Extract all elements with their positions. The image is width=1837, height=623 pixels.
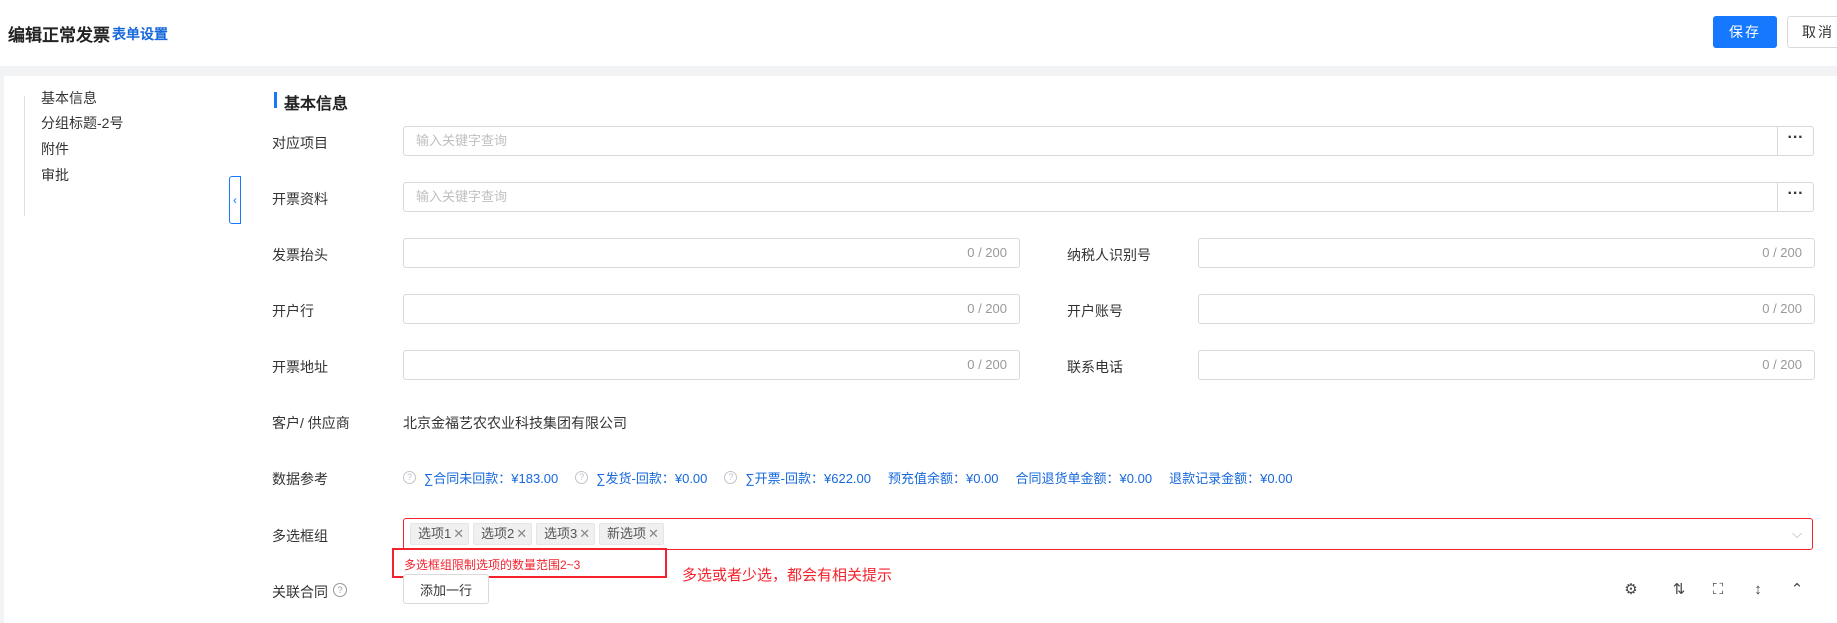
- tag-label: 选项2: [481, 526, 515, 541]
- close-icon[interactable]: ✕: [579, 526, 590, 541]
- nav-item-group-title-2[interactable]: 分组标题-2号: [41, 113, 123, 133]
- section-accent-bar: [274, 92, 277, 108]
- collapse-up-icon[interactable]: ⌃: [1786, 578, 1808, 600]
- selected-tag: 选项3 ✕: [536, 523, 596, 545]
- project-placeholder: 输入关键字查询: [416, 133, 508, 148]
- tag-label: 选项3: [544, 526, 578, 541]
- close-icon[interactable]: ✕: [516, 526, 527, 541]
- ref-refund-amount[interactable]: 退款记录金额：¥0.00: [1169, 468, 1293, 487]
- taxpayer-id-input[interactable]: 0 / 200: [1198, 238, 1815, 268]
- fullscreen-icon[interactable]: ⛶: [1707, 578, 1729, 600]
- close-icon[interactable]: ✕: [648, 526, 659, 541]
- billing-info-placeholder: 输入关键字查询: [416, 189, 508, 204]
- invoice-header-input[interactable]: 0 / 200: [403, 238, 1020, 268]
- phone-input[interactable]: 0 / 200: [1198, 350, 1815, 380]
- ref-shipment-payment[interactable]: ∑发货-回款：¥0.00: [596, 468, 707, 487]
- more-dots-icon: ···: [1787, 185, 1804, 202]
- tag-label: 选项1: [418, 526, 452, 541]
- ref-invoice-payment[interactable]: ∑开票-回款：¥622.00: [745, 468, 871, 487]
- selected-tag: 选项1 ✕: [410, 523, 470, 545]
- billing-info-input[interactable]: 输入关键字查询: [403, 182, 1779, 212]
- tag-label: 新选项: [607, 526, 647, 541]
- section-nav: 基本信息 分组标题-2号 附件 审批: [4, 76, 242, 623]
- save-button[interactable]: 保存: [1713, 16, 1777, 48]
- project-picker-button[interactable]: ···: [1777, 126, 1814, 156]
- bank-label: 开户行: [272, 303, 314, 319]
- billing-info-picker-button[interactable]: ···: [1777, 182, 1814, 212]
- chevron-down-icon[interactable]: ⌵: [1792, 526, 1802, 542]
- cancel-button[interactable]: 取消: [1787, 16, 1837, 48]
- related-contract-label: 关联合同: [272, 584, 328, 600]
- validation-error-text: 多选框组限制选项的数量范围2~3: [404, 558, 581, 572]
- form-settings-link[interactable]: 表单设置: [112, 24, 168, 44]
- help-icon[interactable]: ?: [333, 583, 347, 597]
- page-title: 编辑正常发票: [8, 26, 110, 45]
- taxpayer-id-label: 纳税人识别号: [1067, 247, 1151, 263]
- billing-info-label: 开票资料: [272, 191, 328, 207]
- multi-select-label: 多选框组: [272, 528, 328, 544]
- ref-prepaid-balance[interactable]: 预充值余额：¥0.00: [888, 468, 999, 487]
- char-counter: 0 / 200: [967, 301, 1007, 316]
- char-counter: 0 / 200: [967, 245, 1007, 260]
- char-counter: 0 / 200: [1762, 357, 1802, 372]
- project-input[interactable]: 输入关键字查询: [403, 126, 1779, 156]
- more-dots-icon: ···: [1787, 129, 1804, 146]
- nav-divider: [24, 96, 25, 216]
- sidebar-collapse-button[interactable]: ‹: [229, 176, 241, 224]
- ref-return-amount[interactable]: 合同退货单金额：¥0.00: [1016, 468, 1153, 487]
- invoice-address-label: 开票地址: [272, 359, 328, 375]
- help-icon[interactable]: ?: [575, 470, 589, 484]
- char-counter: 0 / 200: [967, 357, 1007, 372]
- annotation-note: 多选或者少选，都会有相关提示: [682, 567, 893, 584]
- char-counter: 0 / 200: [1762, 245, 1802, 260]
- ref-contract-unpaid[interactable]: ∑合同未回款：¥183.00: [424, 468, 558, 487]
- char-counter: 0 / 200: [1762, 301, 1802, 316]
- row-density-icon[interactable]: ⇅: [1668, 578, 1690, 600]
- nav-item-approval[interactable]: 审批: [41, 165, 69, 185]
- project-label: 对应项目: [272, 135, 328, 151]
- data-ref-label: 数据参考: [272, 471, 328, 487]
- customer-value: 北京金福艺农农业科技集团有限公司: [403, 415, 627, 431]
- top-bar: 编辑正常发票 表单设置 保存 取消: [0, 0, 1837, 66]
- invoice-header-label: 发票抬头: [272, 247, 328, 263]
- customer-label: 客户/ 供应商: [272, 415, 350, 431]
- section-title: 基本信息: [284, 96, 349, 113]
- help-icon[interactable]: ?: [403, 470, 416, 484]
- phone-label: 联系电话: [1067, 359, 1123, 375]
- bank-input[interactable]: 0 / 200: [403, 294, 1020, 324]
- data-ref-row: ? ∑合同未回款：¥183.00 ? ∑发货-回款：¥0.00 ? ∑开票-回款…: [403, 468, 1310, 486]
- nav-item-basic-info[interactable]: 基本信息: [41, 88, 97, 108]
- bank-account-label: 开户账号: [1067, 303, 1123, 319]
- bank-account-input[interactable]: 0 / 200: [1198, 294, 1815, 324]
- add-row-button[interactable]: 添加一行: [403, 574, 489, 604]
- chevron-left-icon: ‹: [233, 193, 237, 207]
- nav-item-attachments[interactable]: 附件: [41, 139, 69, 159]
- resize-height-icon[interactable]: ↕: [1747, 578, 1769, 600]
- invoice-address-input[interactable]: 0 / 200: [403, 350, 1020, 380]
- gear-icon[interactable]: ⚙: [1620, 578, 1642, 600]
- selected-tag: 新选项 ✕: [599, 523, 664, 545]
- selected-tag: 选项2 ✕: [473, 523, 533, 545]
- help-icon[interactable]: ?: [724, 470, 738, 484]
- close-icon[interactable]: ✕: [453, 526, 464, 541]
- multi-select-input[interactable]: 选项1 ✕ 选项2 ✕ 选项3 ✕ 新选项 ✕ ⌵: [403, 518, 1813, 550]
